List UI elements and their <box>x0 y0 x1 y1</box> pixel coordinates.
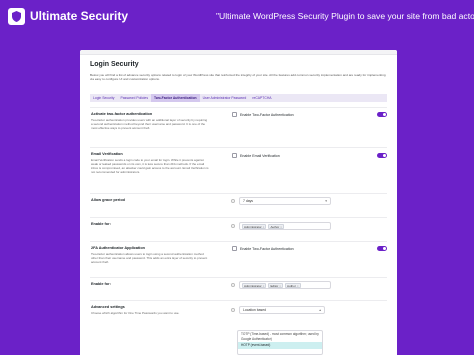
info-icon <box>231 308 235 312</box>
grace-period-select[interactable]: 7 days ▾ <box>239 197 331 205</box>
tab-login-security[interactable]: Login Security <box>90 94 118 102</box>
setting-title: Activate two-factor authentication <box>91 112 153 116</box>
setting-title: Enable for: <box>91 282 111 286</box>
role-chip[interactable]: Editor× <box>268 282 284 288</box>
setting-title: Enable for: <box>91 222 111 226</box>
otp-algorithm-select[interactable]: Location based ▴ <box>239 306 325 314</box>
setting-row-enable-for: Enable for: Administrator× Author× <box>90 217 387 239</box>
setting-title: 2FA Authenticator Application <box>91 246 146 250</box>
enable-email-checkbox-group[interactable]: Enable Email Verification <box>232 153 280 158</box>
setting-title: Advanced settings <box>91 305 125 309</box>
page-description: Below you will find a list of advance se… <box>90 73 386 82</box>
info-icon <box>231 224 235 228</box>
enable-for-roles-select-2[interactable]: Administrator× Editor× Author× <box>239 281 331 289</box>
email-verification-toggle[interactable] <box>377 153 387 158</box>
setting-description: Two-factor authentication allows users t… <box>91 252 208 264</box>
remove-chip-icon: × <box>279 283 282 288</box>
shield-logo-icon <box>8 8 25 25</box>
tab-bar: Login Security Password Policies Two-Fac… <box>90 94 387 102</box>
select-value: 7 days <box>243 199 253 203</box>
role-chip[interactable]: Administrator× <box>242 282 267 288</box>
chevron-up-icon: ▴ <box>319 308 321 312</box>
dropdown-option-totp[interactable]: TOTP (Time-based) - most common algorith… <box>238 331 322 342</box>
remove-chip-icon: × <box>280 224 283 229</box>
remove-chip-icon: × <box>262 283 265 288</box>
panel-header-bar <box>80 50 397 55</box>
checkbox-label: Enable Two-Factor Authentication <box>240 246 294 251</box>
tab-two-factor-authentication[interactable]: Two-Factor Authentication <box>151 94 200 102</box>
role-chip[interactable]: Author× <box>285 282 301 288</box>
enable-app-checkbox[interactable] <box>232 246 237 251</box>
tab-recaptcha[interactable]: reCAPTCHA <box>249 94 274 102</box>
enable-for-roles-select[interactable]: Administrator× Author× <box>239 222 331 230</box>
top-banner: Ultimate Security "Ultimate WordPress Se… <box>0 0 474 34</box>
brand-name: Ultimate Security <box>30 9 129 23</box>
tab-password-policies[interactable]: Password Policies <box>118 94 152 102</box>
dropdown-option-hotp[interactable]: HOTP (event-based) <box>238 342 322 349</box>
chevron-down-icon: ▾ <box>325 199 327 203</box>
enable-app-checkbox-group[interactable]: Enable Two-Factor Authentication <box>232 246 294 251</box>
setting-row-tfa: Activate two-factor authentication Two-f… <box>90 107 387 145</box>
otp-algorithm-dropdown: TOTP (Time-based) - most common algorith… <box>237 330 323 355</box>
tab-user-administrator-password[interactable]: User Administrator Password <box>200 94 250 102</box>
info-icon <box>231 199 235 203</box>
setting-row-email: Email Verification Email Verification se… <box>90 147 387 191</box>
enable-tfa-checkbox-group[interactable]: Enable Two-Factor Authentication <box>232 112 294 117</box>
remove-chip-icon: × <box>296 283 299 288</box>
setting-title: Allow grace period <box>91 198 125 202</box>
enable-email-checkbox[interactable] <box>232 153 237 158</box>
authenticator-app-toggle[interactable] <box>377 246 387 251</box>
page-title: Login Security <box>90 61 139 68</box>
remove-chip-icon: × <box>262 224 265 229</box>
tfa-toggle[interactable] <box>377 112 387 117</box>
setting-row-grace: Allow grace period 7 days ▾ <box>90 193 387 215</box>
setting-title: Email Verification <box>91 152 123 156</box>
setting-description: Two-factor authentication provides users… <box>91 118 208 130</box>
tagline: "Ultimate WordPress Security Plugin to s… <box>216 11 474 21</box>
checkbox-label: Enable Email Verification <box>240 153 280 158</box>
settings-panel: Login Security Below you will find a lis… <box>80 50 397 355</box>
role-chip[interactable]: Author× <box>268 223 285 229</box>
info-icon <box>231 283 235 287</box>
setting-row-authenticator-app: 2FA Authenticator Application Two-factor… <box>90 241 387 275</box>
setting-description: Email Verification sends a login code to… <box>91 158 209 174</box>
setting-row-enable-for-2: Enable for: Administrator× Editor× Autho… <box>90 277 387 297</box>
enable-tfa-checkbox[interactable] <box>232 112 237 117</box>
role-chip[interactable]: Administrator× <box>242 223 267 229</box>
select-value: Location based <box>243 308 266 312</box>
checkbox-label: Enable Two-Factor Authentication <box>240 112 294 117</box>
setting-description: Choose which algorithm for One Time Pass… <box>91 311 180 315</box>
